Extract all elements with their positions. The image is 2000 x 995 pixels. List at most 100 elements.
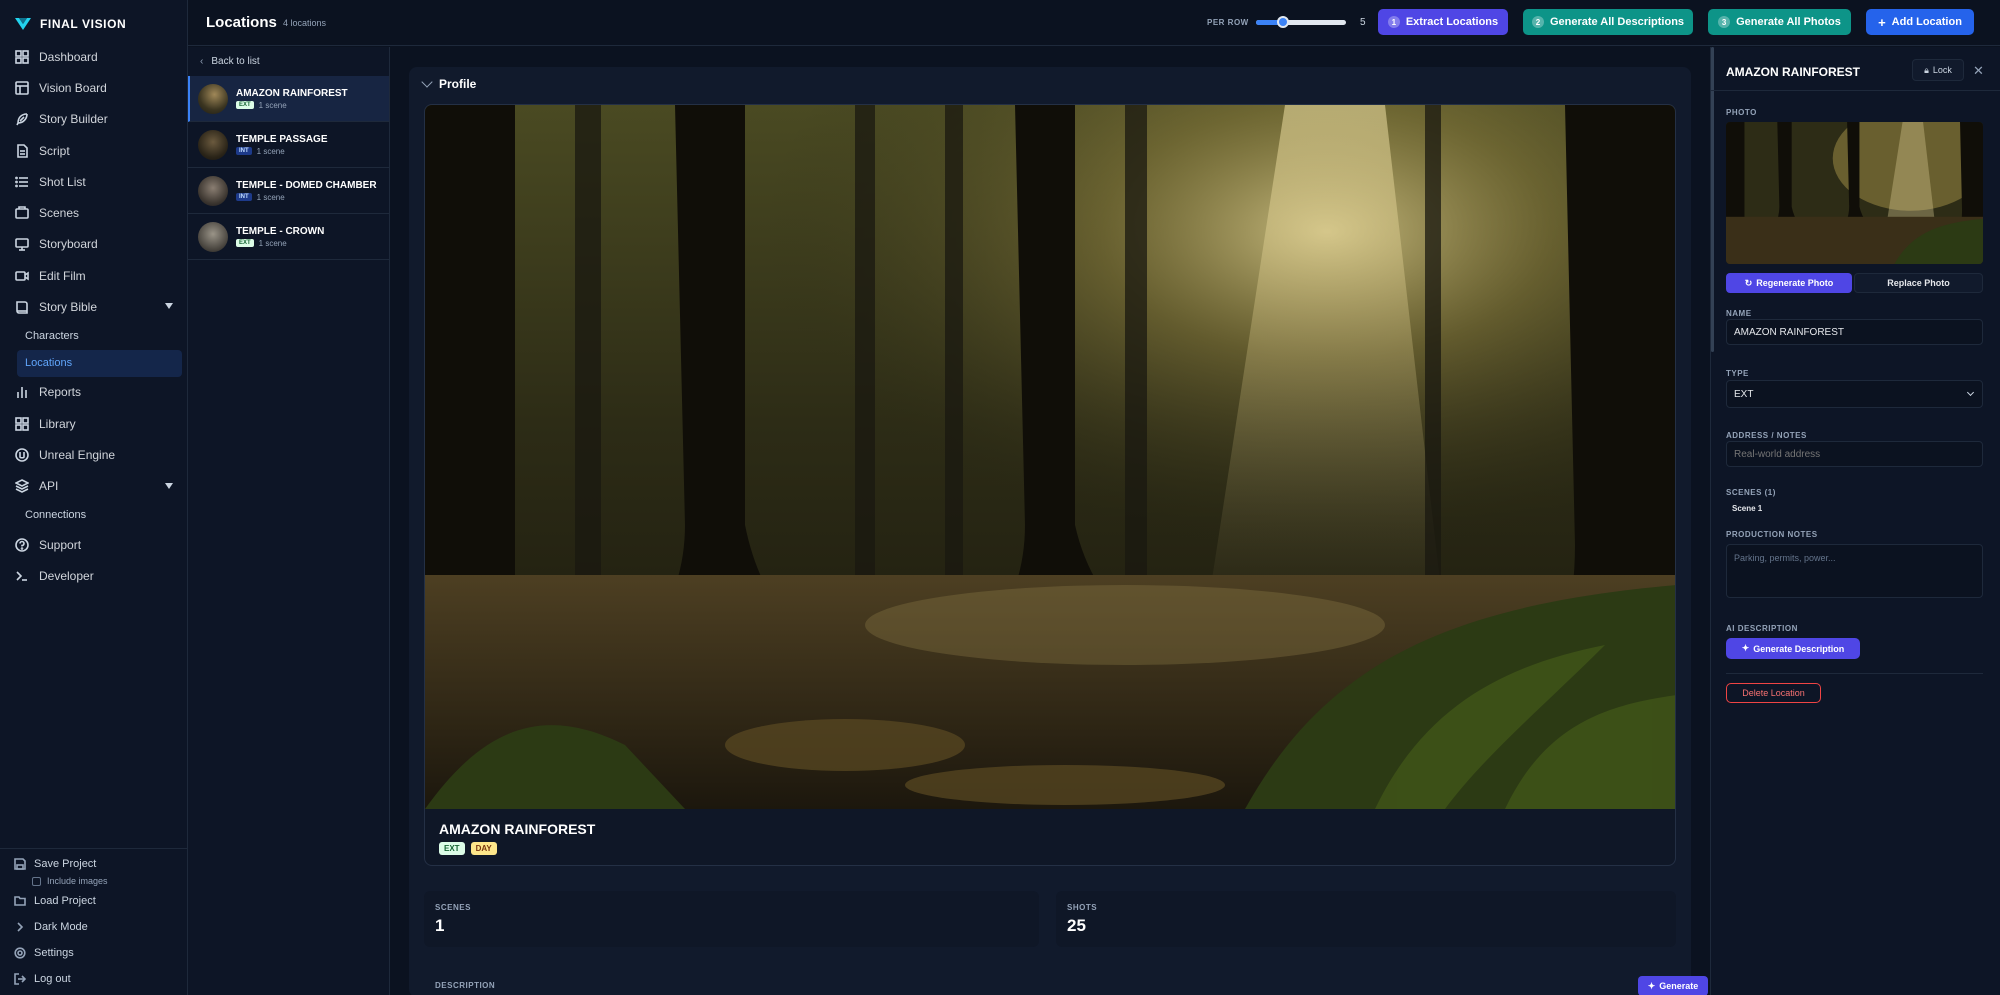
load-project-button[interactable]: Load Project	[0, 890, 188, 911]
production-notes-field[interactable]: Parking, permits, power...	[1726, 544, 1983, 598]
time-badge: DAY	[470, 842, 497, 855]
profile-section-header[interactable]: Profile	[421, 76, 477, 91]
lock-button[interactable]: 🔒︎ Lock	[1912, 59, 1964, 81]
sidebar-item-label: Story Bible	[39, 300, 98, 315]
scene-chip[interactable]: Scene 1	[1732, 504, 1762, 513]
scrollbar[interactable]	[1711, 47, 1714, 352]
sidebar-item-scenes[interactable]: Scenes	[0, 197, 188, 228]
type-select[interactable]: EXT	[1726, 380, 1983, 408]
sidebar-item-label: API	[39, 479, 59, 494]
delete-location-button[interactable]: Delete Location	[1726, 683, 1821, 703]
chevron-down-icon[interactable]	[165, 482, 173, 489]
name-label: NAME	[1726, 309, 1752, 318]
generate-all-descriptions-button[interactable]: 2 Generate All Descriptions	[1523, 9, 1693, 35]
brand[interactable]: FINAL VISION	[14, 16, 126, 32]
sidebar-item-label: Library	[39, 416, 76, 431]
regenerate-photo-button[interactable]: ↻ Regenerate Photo	[1726, 273, 1852, 293]
slider-thumb[interactable]	[1277, 16, 1289, 28]
divider	[1726, 673, 1983, 674]
sparkle-icon: ✦	[1741, 643, 1750, 653]
generate-button[interactable]: ✦ Generate	[1638, 976, 1708, 995]
button-label: Regenerate Photo	[1756, 278, 1834, 288]
list-icon	[15, 176, 28, 188]
location-row[interactable]: TEMPLE - DOMED CHAMBER INT 1 scene	[188, 168, 389, 214]
sidebar-item-locations[interactable]: Locations	[17, 349, 182, 377]
sidebar-item-script[interactable]: Script	[0, 135, 188, 166]
generate-all-photos-button[interactable]: 3 Generate All Photos	[1708, 9, 1851, 35]
chevron-down-icon	[1966, 388, 1975, 397]
button-label: Extract Locations	[1405, 16, 1499, 28]
location-name: TEMPLE - DOMED CHAMBER	[236, 179, 377, 191]
sidebar-item-label: Developer	[39, 568, 94, 583]
location-name: TEMPLE - CROWN	[236, 225, 325, 237]
name-field[interactable]	[1726, 319, 1983, 345]
per-row-slider[interactable]	[1256, 16, 1346, 28]
location-title: AMAZON RAINFOREST	[439, 821, 596, 837]
sidebar-item-vision-board[interactable]: Vision Board	[0, 72, 188, 103]
sidebar-item-characters[interactable]: Characters	[0, 323, 188, 350]
log-out-button[interactable]: Log out	[0, 968, 188, 989]
replace-photo-button[interactable]: Replace Photo	[1854, 273, 1983, 293]
location-row[interactable]: AMAZON RAINFOREST EXT 1 scene	[188, 76, 389, 122]
document-icon	[17, 143, 28, 158]
scenes-stat: SCENES 1	[424, 891, 1039, 947]
feather-icon	[16, 113, 28, 126]
page-title: Locations	[206, 14, 277, 31]
sidebar-item-storyboard[interactable]: Storyboard	[0, 229, 188, 260]
button-label: Lock	[1932, 65, 1952, 75]
section-title: Profile	[439, 77, 477, 91]
add-location-button[interactable]: + Add Location	[1866, 9, 1974, 35]
photo-label: PHOTO	[1726, 108, 1757, 117]
rainforest-image	[425, 105, 1675, 809]
production-notes-label: PRODUCTION NOTES	[1726, 530, 1818, 539]
back-to-list-link[interactable]: ‹ Back to list	[188, 47, 389, 76]
chevron-down-icon	[421, 76, 433, 88]
type-badge: EXT	[439, 842, 465, 855]
dark-mode-toggle[interactable]: Dark Mode	[0, 916, 188, 937]
button-label: Generate Description	[1753, 643, 1845, 654]
refresh-icon: ↻	[1744, 277, 1753, 288]
sidebar-item-library[interactable]: Library	[0, 408, 188, 439]
close-icon[interactable]: ✕	[1973, 63, 1984, 79]
board-icon	[15, 81, 29, 95]
include-images-toggle[interactable]: Include images	[0, 874, 188, 888]
per-row-label: PER ROW	[1207, 18, 1249, 27]
sidebar-item-label: Characters	[25, 330, 79, 343]
sidebar-item-developer[interactable]: Developer	[0, 560, 188, 591]
sidebar-item-reports[interactable]: Reports	[0, 377, 188, 408]
sidebar-item-story-bible[interactable]: Story Bible	[0, 291, 188, 322]
settings-button[interactable]: Settings	[0, 942, 188, 963]
sidebar-item-support[interactable]: Support	[0, 529, 188, 560]
location-photo-thumbnail[interactable]	[1726, 122, 1983, 264]
main-nav: Dashboard Vision Board Story Builder Scr…	[0, 41, 188, 591]
sidebar-item-label: Edit Film	[39, 268, 86, 283]
type-badge: INT	[236, 193, 252, 201]
sidebar-item-shot-list[interactable]: Shot List	[0, 166, 188, 197]
sidebar-item-unreal-engine[interactable]: Unreal Engine	[0, 439, 188, 470]
sidebar-item-dashboard[interactable]: Dashboard	[0, 41, 188, 72]
sidebar-item-label: Story Builder	[39, 112, 108, 127]
sidebar-item-label: Storyboard	[39, 237, 98, 252]
button-label: Generate All Photos	[1736, 16, 1841, 28]
scene-count: 1 scene	[258, 238, 287, 248]
scene-count: 1 scene	[258, 100, 287, 110]
extract-locations-button[interactable]: 1 Extract Locations	[1378, 9, 1508, 35]
save-project-button[interactable]: Save Project	[0, 853, 188, 874]
checkbox[interactable]	[32, 876, 41, 886]
rainforest-thumbnail-image	[1726, 122, 1983, 264]
sidebar-item-label: Shot List	[39, 174, 86, 189]
location-row[interactable]: TEMPLE PASSAGE INT 1 scene	[188, 122, 389, 168]
generate-description-button[interactable]: ✦ Generate Description	[1726, 638, 1860, 659]
sidebar-item-story-builder[interactable]: Story Builder	[0, 104, 188, 135]
sparkle-icon: ✦	[1647, 980, 1656, 991]
plus-icon: +	[1878, 14, 1886, 30]
main-content: Profile AMAZON RAINFOREST EXT DAY SCENES…	[391, 47, 1709, 995]
sidebar-item-api[interactable]: API	[0, 471, 188, 502]
address-field[interactable]	[1726, 441, 1983, 467]
scenes-label: SCENES (1)	[1726, 488, 1776, 497]
sidebar-item-connections[interactable]: Connections	[0, 502, 188, 529]
location-photo[interactable]	[425, 105, 1675, 809]
location-row[interactable]: TEMPLE - CROWN EXT 1 scene	[188, 214, 389, 260]
chevron-down-icon[interactable]	[165, 303, 173, 310]
sidebar-item-edit-film[interactable]: Edit Film	[0, 260, 188, 291]
